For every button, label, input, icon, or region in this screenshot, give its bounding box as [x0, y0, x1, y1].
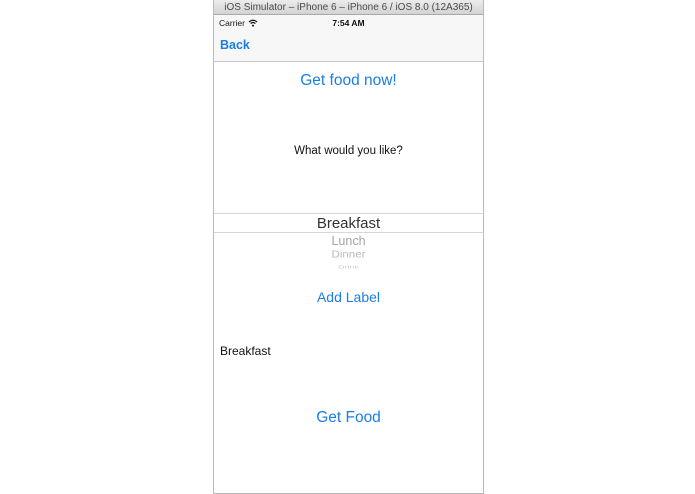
prompt-label: What would you like? [294, 145, 403, 157]
navigation-bar: Back [214, 31, 483, 62]
simulator-title-bar: iOS Simulator – iPhone 6 – iPhone 6 / iO… [214, 0, 483, 15]
selected-meal-label: Breakfast [220, 344, 271, 358]
simulator-title: iOS Simulator – iPhone 6 – iPhone 6 / iO… [224, 2, 473, 13]
add-label-button[interactable]: Add Label [214, 289, 483, 305]
get-food-button[interactable]: Get Food [214, 409, 483, 427]
status-bar: Carrier 7:54 AM [214, 15, 483, 31]
picker-selection-line-top [214, 213, 483, 214]
status-time: 7:54 AM [332, 18, 365, 28]
picker-row[interactable]: Drink [214, 264, 483, 270]
meal-picker[interactable]: Breakfast Lunch Dinner Drink [214, 212, 483, 272]
get-food-now-button[interactable]: Get food now! [214, 72, 483, 90]
simulator-window: iOS Simulator – iPhone 6 – iPhone 6 / iO… [213, 0, 484, 494]
picker-selection-line-bottom [214, 232, 483, 233]
main-content: Get food now! What would you like? Break… [214, 62, 483, 494]
picker-row[interactable]: Lunch [214, 234, 483, 248]
back-button[interactable]: Back [220, 38, 250, 52]
picker-row[interactable]: Dinner [214, 250, 483, 260]
picker-row[interactable]: Breakfast [214, 215, 483, 232]
